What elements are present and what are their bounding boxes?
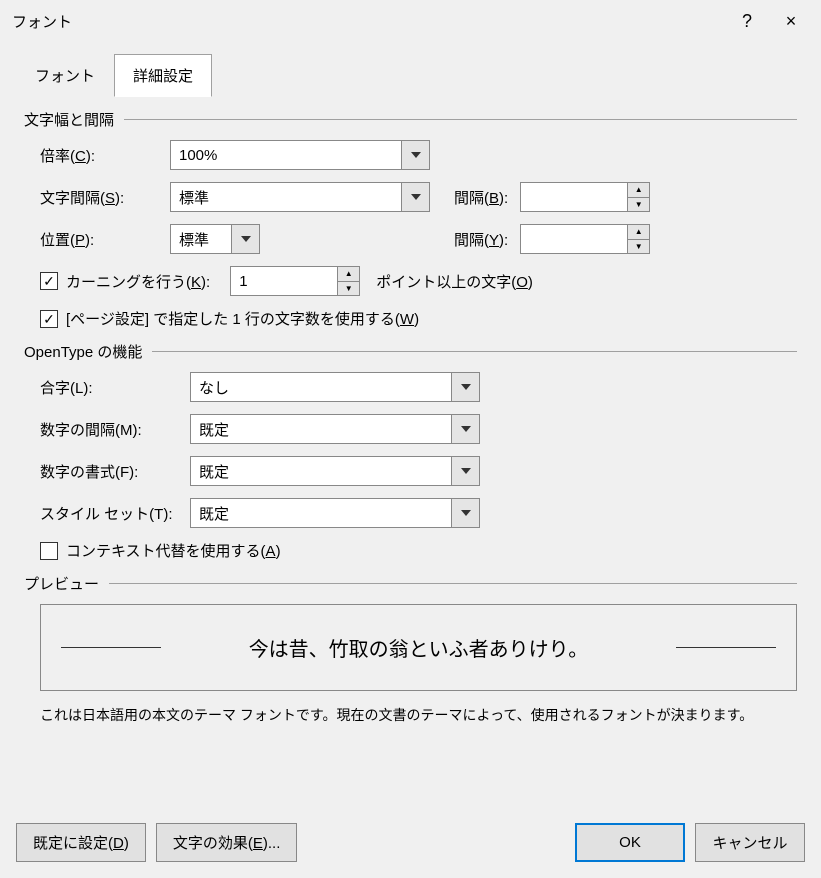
spacing-input[interactable] bbox=[171, 183, 401, 211]
ligatures-combo[interactable] bbox=[190, 372, 480, 402]
ligatures-label: 合字(L): bbox=[40, 377, 190, 398]
kerning-spinner[interactable]: ▲ ▼ bbox=[230, 266, 360, 296]
tab-font[interactable]: フォント bbox=[16, 54, 114, 97]
kerning-input[interactable] bbox=[231, 267, 337, 295]
styleset-input[interactable] bbox=[191, 499, 451, 527]
set-default-button[interactable]: 既定に設定(D) bbox=[16, 823, 146, 862]
spinner-down-icon[interactable]: ▼ bbox=[628, 240, 649, 254]
preview-desc: これは日本語用の本文のテーマ フォントです。現在の文書のテーマによって、使用され… bbox=[24, 705, 797, 725]
window-title: フォント bbox=[12, 11, 729, 32]
kerning-after-label: ポイント以上の文字(O) bbox=[376, 271, 533, 292]
preview-box: 今は昔、竹取の翁といふ者ありけり。 bbox=[40, 604, 797, 691]
numforms-input[interactable] bbox=[191, 457, 451, 485]
preview-text: 今は昔、竹取の翁といふ者ありけり。 bbox=[169, 633, 668, 662]
usepage-checkbox[interactable] bbox=[40, 310, 58, 328]
bottom-bar: 既定に設定(D) 文字の効果(E)... OK キャンセル bbox=[0, 807, 821, 878]
by-b-input[interactable] bbox=[521, 183, 627, 211]
spinner-down-icon[interactable]: ▼ bbox=[338, 282, 359, 296]
chevron-down-icon[interactable] bbox=[401, 141, 429, 169]
numspacing-label: 数字の間隔(M): bbox=[40, 419, 190, 440]
spacing-combo[interactable] bbox=[170, 182, 430, 212]
context-checkbox[interactable] bbox=[40, 542, 58, 560]
scale-label: 倍率(C): bbox=[40, 145, 170, 166]
group-spacing-title: 文字幅と間隔 bbox=[24, 109, 797, 130]
kerning-checkbox[interactable] bbox=[40, 272, 58, 290]
tab-advanced[interactable]: 詳細設定 bbox=[114, 54, 212, 97]
numspacing-input[interactable] bbox=[191, 415, 451, 443]
styleset-combo[interactable] bbox=[190, 498, 480, 528]
ligatures-input[interactable] bbox=[191, 373, 451, 401]
styleset-label: スタイル セット(T): bbox=[40, 503, 190, 524]
spinner-up-icon[interactable]: ▲ bbox=[628, 183, 649, 198]
position-combo[interactable] bbox=[170, 224, 260, 254]
position-label: 位置(P): bbox=[40, 229, 170, 250]
numforms-combo[interactable] bbox=[190, 456, 480, 486]
spinner-up-icon[interactable]: ▲ bbox=[628, 225, 649, 240]
group-opentype-title: OpenType の機能 bbox=[24, 341, 797, 362]
help-icon[interactable]: ? bbox=[729, 11, 765, 32]
titlebar: フォント ? × bbox=[0, 0, 821, 42]
by-y-label: 間隔(Y): bbox=[454, 229, 508, 250]
spinner-down-icon[interactable]: ▼ bbox=[628, 198, 649, 212]
context-label: コンテキスト代替を使用する(A) bbox=[66, 540, 281, 561]
by-b-label: 間隔(B): bbox=[454, 187, 508, 208]
by-y-spinner[interactable]: ▲ ▼ bbox=[520, 224, 650, 254]
ok-button[interactable]: OK bbox=[575, 823, 685, 862]
by-b-spinner[interactable]: ▲ ▼ bbox=[520, 182, 650, 212]
tab-bar: フォント 詳細設定 bbox=[0, 42, 821, 97]
chevron-down-icon[interactable] bbox=[451, 457, 479, 485]
kerning-label: カーニングを行う(K): bbox=[66, 271, 210, 292]
numspacing-combo[interactable] bbox=[190, 414, 480, 444]
preview-line-right bbox=[676, 647, 776, 648]
scale-input[interactable] bbox=[171, 141, 401, 169]
content-area: 文字幅と間隔 倍率(C): 文字間隔(S): 間隔(B): ▲ ▼ 位置(P): bbox=[0, 97, 821, 807]
close-icon[interactable]: × bbox=[773, 11, 809, 32]
group-preview-title: プレビュー bbox=[24, 573, 797, 594]
spinner-up-icon[interactable]: ▲ bbox=[338, 267, 359, 282]
usepage-label: [ページ設定] で指定した 1 行の文字数を使用する(W) bbox=[66, 308, 419, 329]
text-effects-button[interactable]: 文字の効果(E)... bbox=[156, 823, 298, 862]
scale-combo[interactable] bbox=[170, 140, 430, 170]
cancel-button[interactable]: キャンセル bbox=[695, 823, 805, 862]
chevron-down-icon[interactable] bbox=[231, 225, 259, 253]
chevron-down-icon[interactable] bbox=[451, 373, 479, 401]
position-input[interactable] bbox=[171, 225, 231, 253]
chevron-down-icon[interactable] bbox=[451, 415, 479, 443]
numforms-label: 数字の書式(F): bbox=[40, 461, 190, 482]
chevron-down-icon[interactable] bbox=[401, 183, 429, 211]
chevron-down-icon[interactable] bbox=[451, 499, 479, 527]
by-y-input[interactable] bbox=[521, 225, 627, 253]
spacing-label: 文字間隔(S): bbox=[40, 187, 170, 208]
preview-line-left bbox=[61, 647, 161, 648]
